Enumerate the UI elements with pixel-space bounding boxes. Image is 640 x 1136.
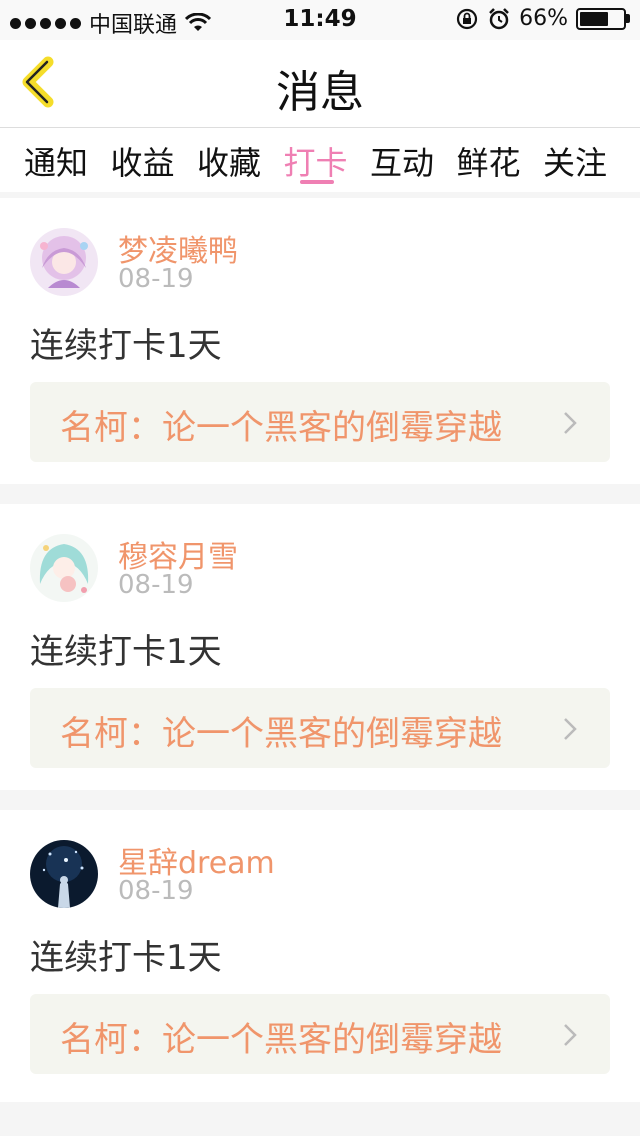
- chevron-right-icon: [564, 1024, 577, 1046]
- tab-interactions[interactable]: 互动: [370, 128, 457, 192]
- tab-label: 关注: [543, 144, 608, 182]
- message-text: 连续打卡1天: [30, 938, 222, 978]
- message-card: 星辞dream 08-19 连续打卡1天 名柯：论一个黑客的倒霉穿越: [0, 810, 640, 1102]
- book-link[interactable]: 名柯：论一个黑客的倒霉穿越: [30, 688, 610, 768]
- tab-label: 通知: [24, 144, 89, 182]
- tab-following[interactable]: 关注: [543, 128, 630, 192]
- tab-notifications[interactable]: 通知: [24, 128, 111, 192]
- book-title: 名柯：论一个黑客的倒霉穿越: [60, 408, 502, 448]
- navbar: 消息: [0, 40, 640, 128]
- message-card: 穆容月雪 08-19 连续打卡1天 名柯：论一个黑客的倒霉穿越: [0, 504, 640, 790]
- tab-label: 互动: [370, 144, 435, 182]
- tab-label: 打卡: [283, 144, 348, 182]
- chevron-right-icon: [564, 718, 577, 740]
- message-list: 梦凌曦鸭 08-19 连续打卡1天 名柯：论一个黑客的倒霉穿越 穆容月雪 08-…: [0, 198, 640, 1102]
- book-link[interactable]: 名柯：论一个黑客的倒霉穿越: [30, 994, 610, 1074]
- book-title: 名柯：论一个黑客的倒霉穿越: [60, 714, 502, 754]
- message-date: 08-19: [118, 570, 194, 600]
- battery-percent: 66%: [519, 6, 568, 31]
- tab-flowers[interactable]: 鲜花: [457, 128, 544, 192]
- active-tab-indicator: [299, 180, 334, 184]
- book-title: 名柯：论一个黑客的倒霉穿越: [60, 1020, 502, 1060]
- anime-girl-teal-avatar[interactable]: [30, 534, 98, 602]
- message-text: 连续打卡1天: [30, 326, 222, 366]
- tab-earnings[interactable]: 收益: [111, 128, 198, 192]
- tab-label: 收益: [110, 144, 175, 182]
- tab-label: 鲜花: [456, 144, 521, 182]
- tab-favorites[interactable]: 收藏: [197, 128, 284, 192]
- chevron-right-icon: [564, 412, 577, 434]
- rotation-lock-icon: [456, 8, 478, 29]
- starry-night-avatar[interactable]: [30, 840, 98, 908]
- message-date: 08-19: [118, 876, 194, 906]
- page-title: 消息: [276, 67, 364, 118]
- status-bar: 中国联通 11:49 66%: [0, 0, 640, 40]
- tab-checkin[interactable]: 打卡: [284, 128, 371, 192]
- battery-icon: [576, 7, 630, 30]
- anime-girl-purple-avatar[interactable]: [30, 228, 98, 296]
- message-card: 梦凌曦鸭 08-19 连续打卡1天 名柯：论一个黑客的倒霉穿越: [0, 198, 640, 484]
- message-date: 08-19: [118, 264, 194, 294]
- status-right: 66%: [455, 6, 630, 31]
- tab-label: 收藏: [197, 144, 262, 182]
- alarm-icon: [489, 7, 509, 29]
- book-link[interactable]: 名柯：论一个黑客的倒霉穿越: [30, 382, 610, 462]
- tab-bar: 通知 收益 收藏 打卡 互动 鲜花 关注: [0, 128, 640, 192]
- message-text: 连续打卡1天: [30, 632, 222, 672]
